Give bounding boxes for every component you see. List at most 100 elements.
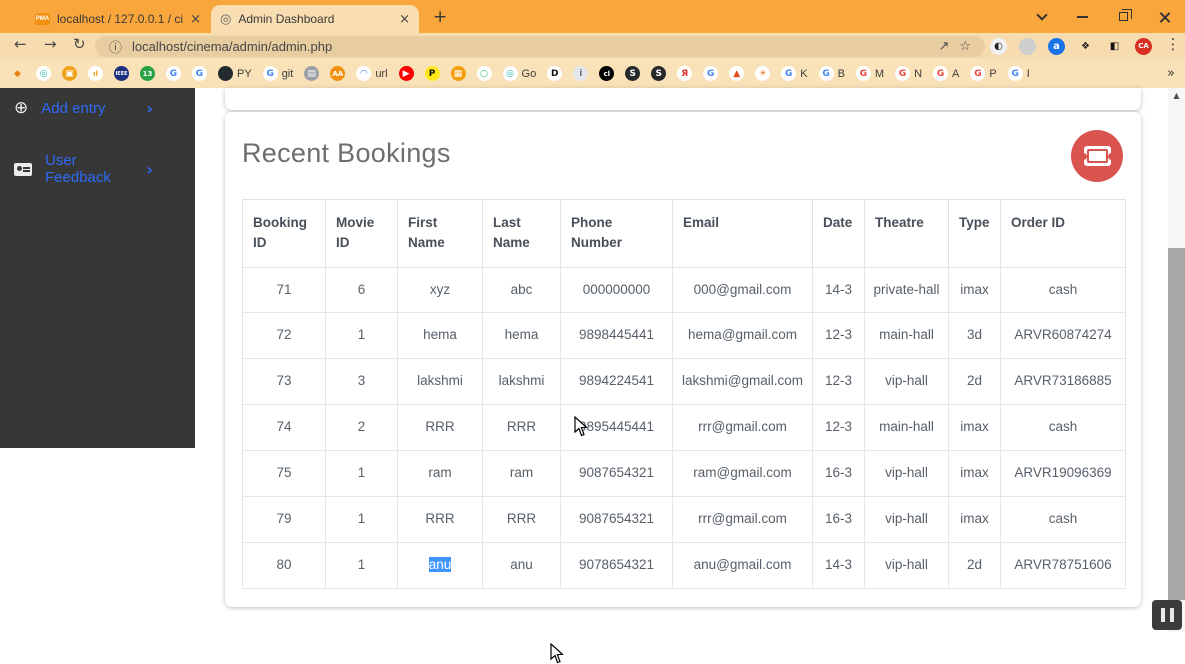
address-bar[interactable]: ⓘ localhost/cinema/admin/admin.php ↗ ☆ xyxy=(95,36,985,57)
google-m-bookmark[interactable]: GM xyxy=(856,66,884,81)
tab-phpmyadmin[interactable]: PMA localhost / 127.0.0.1 / cinema_db × xyxy=(26,5,210,33)
orange-eye-bookmark[interactable]: ☀ xyxy=(755,66,770,81)
google-n-bookmark[interactable]: GN xyxy=(895,66,922,81)
profile-extension-icon[interactable] xyxy=(1019,38,1036,55)
figure-bookmark[interactable]: i xyxy=(573,66,588,81)
pause-icon xyxy=(1170,608,1174,622)
go-bookmark[interactable]: ◎Go xyxy=(503,66,537,81)
table-cell: 14-3 xyxy=(813,267,865,313)
a-blue-extension-icon[interactable]: a xyxy=(1048,38,1065,55)
yellow-p-bookmark[interactable]: P xyxy=(425,66,440,81)
phpmyadmin-bookmark[interactable]: AA xyxy=(330,66,345,81)
page-scrollbar[interactable]: ▲ xyxy=(1168,88,1185,632)
recorder-pause-button[interactable] xyxy=(1152,600,1182,630)
sidebar: ⊕ Add entry › User Feedback › xyxy=(0,88,195,448)
google-b-bookmark[interactable]: GB xyxy=(819,66,845,81)
teal-spiral-bookmark[interactable]: ◎ xyxy=(36,66,51,81)
tab-admin-dashboard[interactable]: ◎ Admin Dashboard × xyxy=(211,5,419,33)
panda-extension-icon[interactable]: ◐ xyxy=(990,38,1007,55)
green-ring-bookmark[interactable]: ○ xyxy=(477,66,492,81)
column-header-last-name: Last Name xyxy=(483,200,561,268)
diamond-bookmark[interactable]: ◆ xyxy=(10,66,25,81)
google-git-bookmark[interactable]: Ggit xyxy=(263,66,294,81)
table-cell: vip-hall xyxy=(865,497,949,543)
matlab-bookmark[interactable]: ▲ xyxy=(729,66,744,81)
table-cell: 9078654321 xyxy=(561,543,673,589)
minimize-button[interactable] xyxy=(1062,0,1103,33)
youtube-bookmark[interactable]: ▶ xyxy=(399,66,414,81)
table-cell: 9087654321 xyxy=(561,497,673,543)
table-cell: 000000000 xyxy=(561,267,673,313)
restore-button[interactable] xyxy=(1103,0,1144,33)
green-13-bookmark[interactable]: 13 xyxy=(140,66,155,81)
url-text[interactable]: localhost/cinema/admin/admin.php xyxy=(132,39,928,54)
close-button[interactable] xyxy=(1144,0,1185,33)
table-cell: 9087654321 xyxy=(561,451,673,497)
extensions-puzzle-icon[interactable]: ❖ xyxy=(1077,38,1094,55)
table-cell: imax xyxy=(949,405,1001,451)
cl-black-bookmark[interactable]: cl xyxy=(599,66,614,81)
reload-icon[interactable]: ↻ xyxy=(73,35,86,53)
google-bookmark-3[interactable]: G xyxy=(703,66,718,81)
google-k-bookmark[interactable]: GK xyxy=(781,66,807,81)
bookings-ticket-button[interactable] xyxy=(1071,130,1123,182)
forward-icon[interactable]: → xyxy=(44,35,57,53)
selected-text[interactable]: anu xyxy=(429,557,452,572)
phpmyadmin-bookmark-glyph: AA xyxy=(330,66,345,81)
table-row: 716xyzabc000000000000@gmail.com14-3priva… xyxy=(243,267,1126,313)
orange-camera-bookmark[interactable]: ▣ xyxy=(62,66,77,81)
table-cell: 1 xyxy=(326,313,398,359)
phpmyadmin-icon: PMA xyxy=(35,13,50,25)
bookmark-star-icon[interactable]: ☆ xyxy=(959,39,971,54)
tab-search-icon[interactable] xyxy=(1021,0,1062,33)
google-bookmark-1[interactable]: G xyxy=(166,66,181,81)
share-icon[interactable]: ↗ xyxy=(938,39,949,54)
sidebar-item-add-entry[interactable]: ⊕ Add entry › xyxy=(0,88,195,128)
plus-circle-icon: ⊕ xyxy=(14,98,28,118)
tab-close-icon[interactable]: × xyxy=(190,12,201,27)
scroll-up-icon[interactable]: ▲ xyxy=(1168,91,1185,100)
table-cell: 9894224541 xyxy=(561,359,673,405)
table-cell: ARVR78751606 xyxy=(1001,543,1126,589)
table-cell: imax xyxy=(949,497,1001,543)
s-dark-bookmark-2[interactable]: S xyxy=(651,66,666,81)
id-card-icon xyxy=(14,163,32,176)
pause-icon xyxy=(1161,608,1165,622)
google-p-bookmark[interactable]: GP xyxy=(970,66,996,81)
red-badge-extension-icon[interactable]: CA xyxy=(1135,38,1152,55)
bookmarks-overflow-icon[interactable]: » xyxy=(1167,66,1175,81)
movie-camera-bookmark-glyph: ▦ xyxy=(451,66,466,81)
analytics-bars-bookmark[interactable]: ıl xyxy=(88,66,103,81)
s-dark-bookmark-1[interactable]: S xyxy=(625,66,640,81)
table-row: 742RRRRRR9895445441rrr@gmail.com12-3main… xyxy=(243,405,1126,451)
google-i-bookmark[interactable]: GI xyxy=(1008,66,1030,81)
movie-camera-bookmark[interactable]: ▦ xyxy=(451,66,466,81)
google-a-bookmark[interactable]: GA xyxy=(933,66,959,81)
column-header-theatre: Theatre xyxy=(865,200,949,268)
scrollbar-thumb[interactable] xyxy=(1168,248,1185,600)
back-icon[interactable]: ← xyxy=(14,35,27,53)
new-tab-button[interactable]: + xyxy=(433,7,447,27)
site-info-icon[interactable]: ⓘ xyxy=(109,37,122,56)
bookmark-label: M xyxy=(875,68,884,80)
duck-bookmark[interactable]: D xyxy=(547,66,562,81)
table-cell: anu xyxy=(398,543,483,589)
table-cell: 14-3 xyxy=(813,543,865,589)
yandex-bookmark[interactable]: Я xyxy=(677,66,692,81)
google-bookmark-2[interactable]: G xyxy=(192,66,207,81)
analytics-bars-bookmark-glyph: ıl xyxy=(88,66,103,81)
ieee-bookmark[interactable]: IEEE xyxy=(114,66,129,81)
sidebar-item-user-feedback[interactable]: User Feedback › xyxy=(0,142,195,196)
gray-printer-bookmark[interactable]: ▤ xyxy=(304,66,319,81)
github-bookmark[interactable]: PY xyxy=(218,66,252,81)
column-header-first-name: First Name xyxy=(398,200,483,268)
speedtest-url-bookmark[interactable]: ◠url xyxy=(356,66,387,81)
tab-close-icon[interactable]: × xyxy=(399,12,410,27)
browser-menu-icon[interactable]: ⋮ xyxy=(1163,35,1183,53)
bookmark-label: K xyxy=(800,68,807,80)
dark-mode-extension-icon[interactable]: ◧ xyxy=(1106,38,1123,55)
table-cell: lakshmi@gmail.com xyxy=(673,359,813,405)
column-header-email: Email xyxy=(673,200,813,268)
table-cell: 12-3 xyxy=(813,405,865,451)
recent-bookings-card: Recent Bookings Booking IDMovie IDFirst … xyxy=(225,112,1141,607)
